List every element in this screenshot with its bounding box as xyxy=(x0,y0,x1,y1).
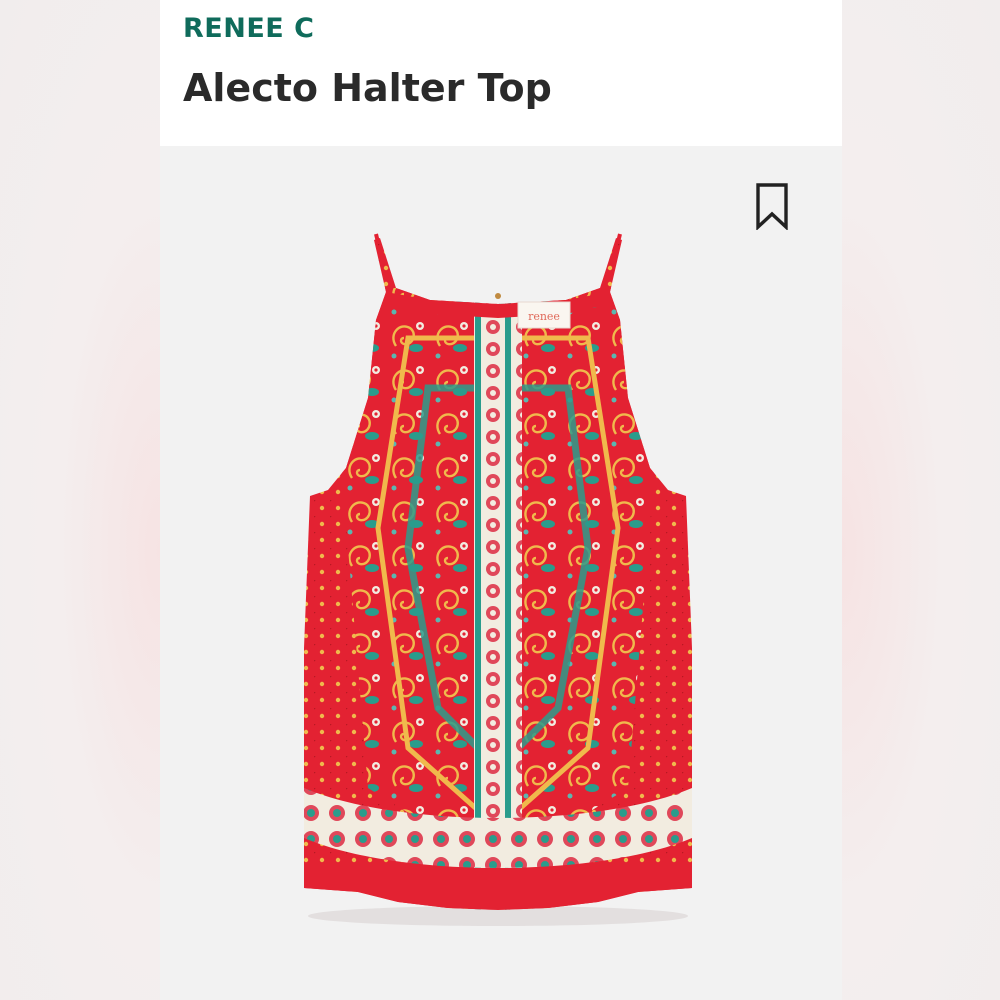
product-title: Alecto Halter Top xyxy=(183,66,552,110)
product-card: RENEE C Alecto Halter Top renee xyxy=(160,0,842,1000)
screen: RENEE C Alecto Halter Top renee xyxy=(0,0,1000,1000)
bookmark-icon[interactable] xyxy=(754,182,790,230)
product-header: RENEE C Alecto Halter Top xyxy=(160,0,842,146)
halter-top-photo: renee xyxy=(304,233,692,926)
svg-text:renee: renee xyxy=(528,310,560,323)
brand-name[interactable]: RENEE C xyxy=(183,13,314,44)
right-blurred-background xyxy=(842,0,1000,1000)
neck-tag: renee xyxy=(517,301,571,329)
product-image[interactable]: renee xyxy=(160,146,842,1000)
left-blurred-background xyxy=(0,0,160,1000)
